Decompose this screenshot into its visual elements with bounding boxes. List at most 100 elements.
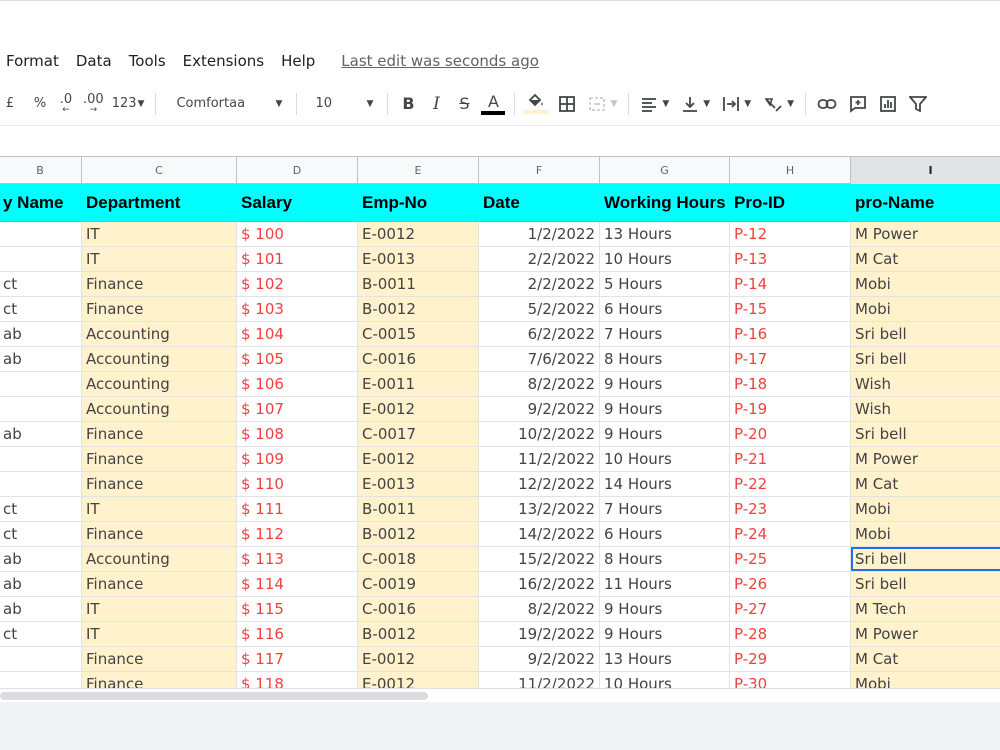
table-cell[interactable]: C-0018 — [358, 547, 479, 572]
table-cell[interactable]: $ 113 — [237, 547, 358, 572]
vertical-align-icon[interactable]: ▼ — [678, 90, 713, 118]
table-cell[interactable]: P-22 — [730, 472, 851, 497]
table-cell[interactable]: 9 Hours — [600, 397, 730, 422]
table-cell[interactable]: 10/2/2022 — [479, 422, 600, 447]
table-cell[interactable]: 9 Hours — [600, 597, 730, 622]
text-rotation-icon[interactable]: ▼ — [760, 90, 797, 118]
table-cell[interactable]: $ 108 — [237, 422, 358, 447]
table-cell[interactable]: $ 115 — [237, 597, 358, 622]
table-cell[interactable]: Finance — [82, 447, 237, 472]
table-cell[interactable]: Mobi — [851, 497, 1000, 522]
table-cell[interactable]: $ 101 — [237, 247, 358, 272]
table-cell[interactable]: Mobi — [851, 672, 1000, 688]
table-cell[interactable]: 7 Hours — [600, 322, 730, 347]
table-cell[interactable]: 11/2/2022 — [479, 672, 600, 688]
table-cell[interactable]: ct — [0, 497, 82, 522]
table-cell[interactable]: P-13 — [730, 247, 851, 272]
table-cell[interactable]: C-0015 — [358, 322, 479, 347]
table-cell[interactable]: B-0012 — [358, 297, 479, 322]
filter-icon[interactable] — [906, 90, 930, 118]
table-cell[interactable]: ct — [0, 622, 82, 647]
column-header-f[interactable]: F — [479, 156, 600, 184]
menu-extensions[interactable]: Extensions — [183, 52, 264, 70]
table-cell[interactable]: 9/2/2022 — [479, 647, 600, 672]
table-cell[interactable]: 7 Hours — [600, 497, 730, 522]
table-cell[interactable]: 5/2/2022 — [479, 297, 600, 322]
column-header-g[interactable]: G — [600, 156, 730, 184]
table-cell[interactable]: $ 104 — [237, 322, 358, 347]
table-cell[interactable]: $ 107 — [237, 397, 358, 422]
menu-format[interactable]: Format — [6, 52, 59, 70]
table-cell[interactable] — [0, 672, 82, 688]
table-cell[interactable]: Finance — [82, 472, 237, 497]
table-cell[interactable]: 6 Hours — [600, 522, 730, 547]
table-cell[interactable]: Mobi — [851, 272, 1000, 297]
table-cell[interactable]: 8 Hours — [600, 547, 730, 572]
format-percent-button[interactable]: % — [28, 90, 52, 118]
table-cell[interactable]: $ 118 — [237, 672, 358, 688]
insert-comment-icon[interactable] — [846, 90, 870, 118]
table-cell[interactable]: $ 106 — [237, 372, 358, 397]
table-cell[interactable]: M Tech — [851, 597, 1000, 622]
table-cell[interactable]: 5 Hours — [600, 272, 730, 297]
italic-button[interactable]: I — [424, 90, 448, 118]
table-cell[interactable]: 6/2/2022 — [479, 322, 600, 347]
table-cell[interactable]: ct — [0, 522, 82, 547]
table-cell[interactable]: Finance — [82, 672, 237, 688]
table-cell[interactable]: C-0017 — [358, 422, 479, 447]
table-cell[interactable]: ct — [0, 297, 82, 322]
header-cell[interactable]: Department — [82, 184, 237, 222]
table-cell[interactable]: 14 Hours — [600, 472, 730, 497]
table-cell[interactable]: IT — [82, 622, 237, 647]
table-cell[interactable]: P-17 — [730, 347, 851, 372]
table-cell[interactable]: 2/2/2022 — [479, 247, 600, 272]
table-cell[interactable]: B-0012 — [358, 522, 479, 547]
table-cell[interactable]: P-25 — [730, 547, 851, 572]
menu-help[interactable]: Help — [281, 52, 315, 70]
number-format-dropdown[interactable]: 123 ▼ — [109, 90, 148, 118]
table-cell[interactable]: B-0011 — [358, 272, 479, 297]
horizontal-scrollbar[interactable] — [0, 688, 1000, 702]
table-cell[interactable]: 12/2/2022 — [479, 472, 600, 497]
table-cell[interactable]: IT — [82, 222, 237, 247]
table-cell[interactable]: Finance — [82, 422, 237, 447]
table-cell[interactable] — [0, 447, 82, 472]
table-cell[interactable]: 7/6/2022 — [479, 347, 600, 372]
table-cell[interactable]: $ 109 — [237, 447, 358, 472]
header-cell[interactable]: y Name — [0, 184, 82, 222]
table-cell[interactable]: 11 Hours — [600, 572, 730, 597]
table-cell[interactable]: 8/2/2022 — [479, 597, 600, 622]
table-cell[interactable]: 10 Hours — [600, 447, 730, 472]
table-cell[interactable] — [0, 247, 82, 272]
table-cell[interactable]: P-18 — [730, 372, 851, 397]
table-cell[interactable]: P-27 — [730, 597, 851, 622]
table-cell[interactable]: E-0012 — [358, 672, 479, 688]
table-cell[interactable]: P-12 — [730, 222, 851, 247]
table-cell[interactable]: Sri bell — [851, 572, 1000, 597]
table-cell[interactable]: E-0011 — [358, 372, 479, 397]
table-cell[interactable]: Finance — [82, 522, 237, 547]
table-cell[interactable]: B-0011 — [358, 497, 479, 522]
table-cell[interactable]: Sri bell — [851, 347, 1000, 372]
merge-cells-icon[interactable]: ▼ — [585, 90, 620, 118]
table-cell[interactable]: Wish — [851, 372, 1000, 397]
table-cell[interactable]: $ 117 — [237, 647, 358, 672]
table-cell[interactable]: Sri bell — [851, 547, 1000, 572]
fill-color-button[interactable] — [523, 90, 549, 118]
horizontal-align-icon[interactable]: ▼ — [637, 90, 672, 118]
table-cell[interactable]: E-0012 — [358, 397, 479, 422]
increase-decimal-button[interactable]: .00 → — [80, 90, 107, 118]
column-header-d[interactable]: D — [237, 156, 358, 184]
table-cell[interactable]: Accounting — [82, 322, 237, 347]
table-cell[interactable]: 11/2/2022 — [479, 447, 600, 472]
decrease-decimal-button[interactable]: .0 ← — [54, 90, 78, 118]
table-cell[interactable]: P-15 — [730, 297, 851, 322]
table-cell[interactable]: P-30 — [730, 672, 851, 688]
table-cell[interactable]: Sri bell — [851, 322, 1000, 347]
format-currency-button[interactable]: £ — [0, 90, 22, 118]
font-size-dropdown[interactable]: 10 ▼ — [309, 90, 379, 118]
table-cell[interactable]: Finance — [82, 647, 237, 672]
table-cell[interactable]: 2/2/2022 — [479, 272, 600, 297]
table-cell[interactable]: $ 111 — [237, 497, 358, 522]
table-cell[interactable]: P-16 — [730, 322, 851, 347]
